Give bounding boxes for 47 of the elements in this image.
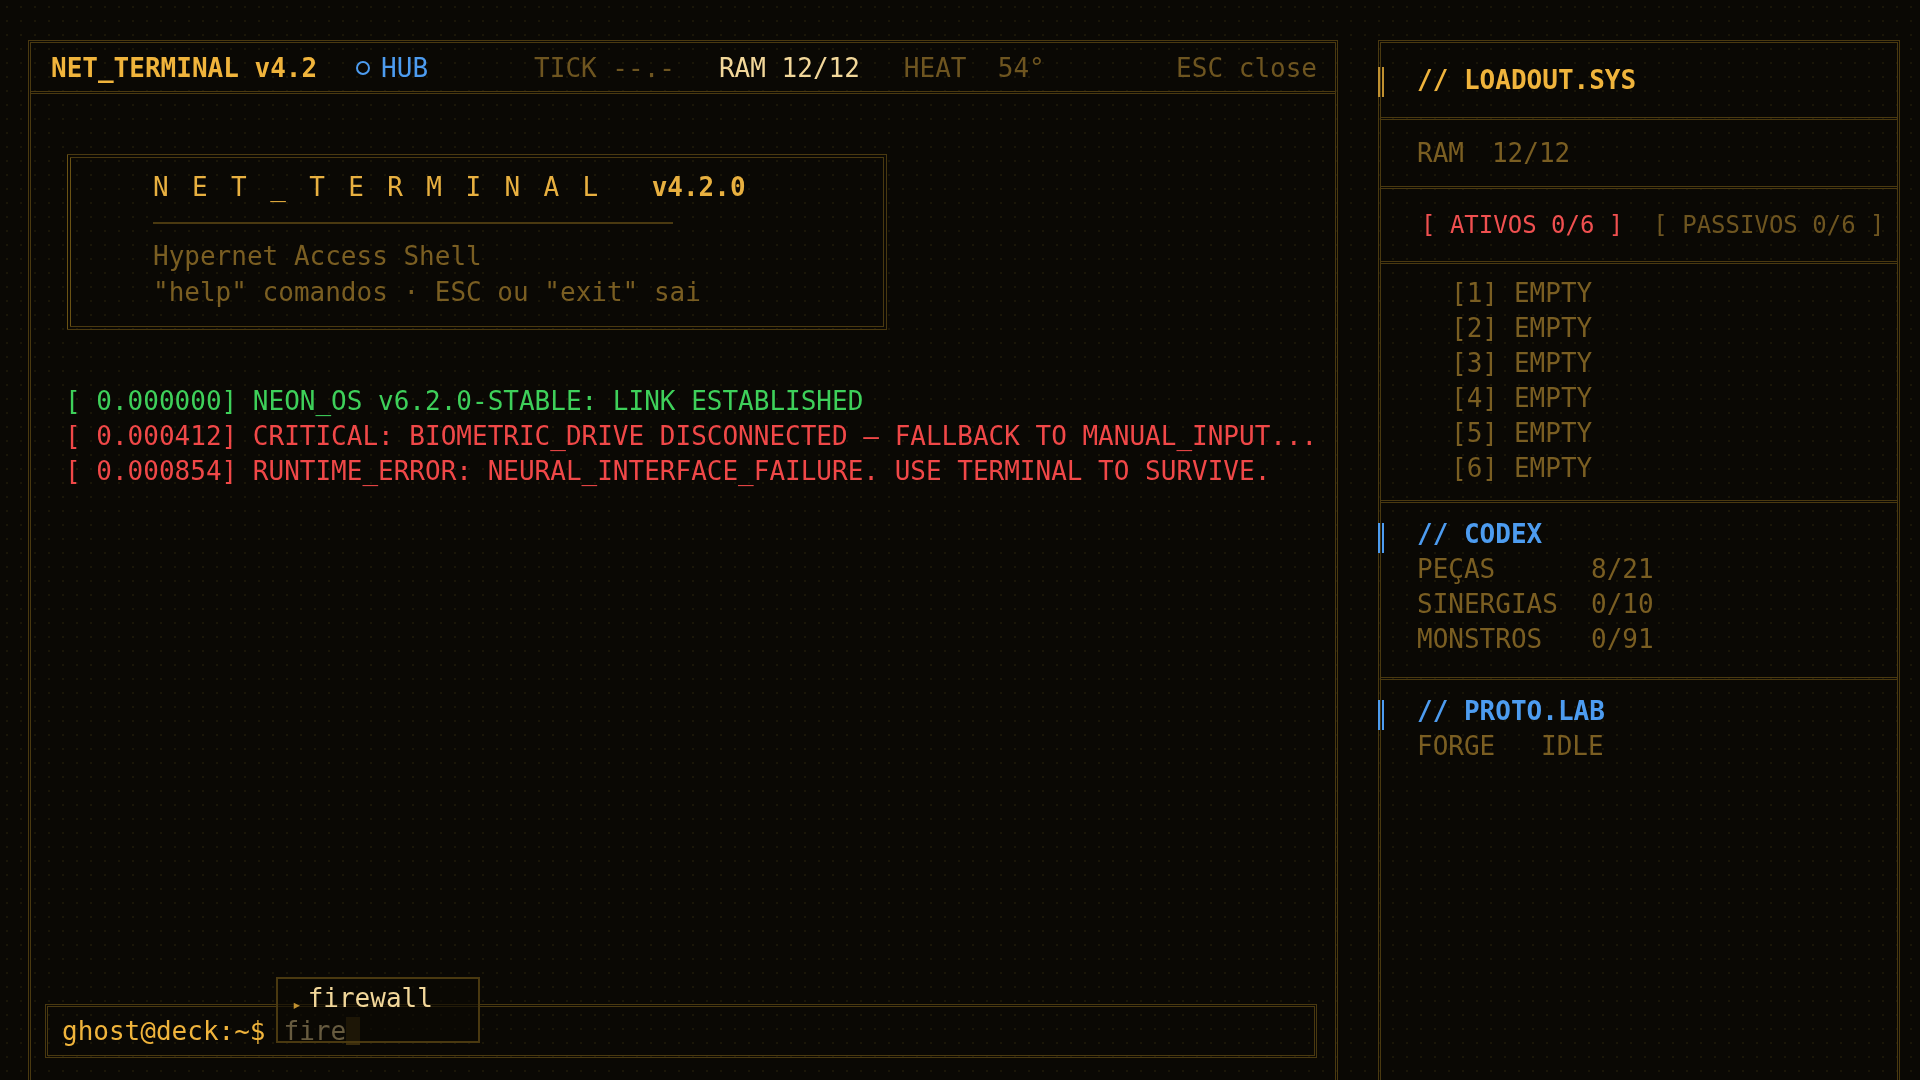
ram-value: 12/12 — [1491, 138, 1571, 168]
slot-value: EMPTY — [1513, 312, 1593, 345]
section-title: // CODEX — [1417, 518, 1543, 551]
slot-index: [3] — [1451, 347, 1498, 380]
section-title: // PROTO.LAB — [1417, 695, 1605, 728]
circle-icon — [355, 60, 372, 76]
stat-label: MONSTROS — [1417, 623, 1544, 656]
banner-title: NET_TERMINAL — [153, 172, 622, 202]
stat-label: PEÇAS — [1417, 553, 1497, 586]
slot-index: [2] — [1451, 312, 1498, 345]
status-text: TICK --.- — [534, 53, 675, 83]
stat-label: SINERGIAS — [1417, 588, 1559, 621]
log-line: [ 0.000000] NEON_OS v6.2.0-STABLE: LINK ESTABLISHED — [65, 385, 865, 418]
accent-bar — [1378, 523, 1384, 553]
accent-bar — [1378, 700, 1384, 730]
slot-index: [6] — [1451, 452, 1498, 485]
banner-text: "help" comandos · ESC ou "exit" sai — [153, 276, 702, 309]
banner-text: Hypernet Access Shell — [153, 240, 483, 273]
slot-value: EMPTY — [1513, 452, 1593, 485]
text-cursor — [346, 1017, 361, 1045]
stat-value: 0/91 — [1591, 623, 1654, 656]
shell-prompt: ghost@deck:~$ — [62, 1016, 266, 1046]
log-line: [ 0.000854] RUNTIME_ERROR: NEURAL_INTERFACE_FAILURE. USE TERMINAL TO SURVIVE. — [65, 455, 1272, 488]
suggestion-item[interactable]: ▸ firewall — [278, 979, 478, 1014]
stat-value: IDLE — [1541, 730, 1604, 763]
app-title: NET_TERMINAL v4.2 — [51, 53, 318, 83]
status-text: HEAT 54° — [903, 53, 1045, 83]
slot-index: [5] — [1451, 417, 1498, 450]
status-text: RAM 12/12 — [718, 53, 860, 83]
banner-version: v4.2.0 — [651, 172, 746, 202]
slot-value: EMPTY — [1513, 382, 1593, 415]
hub-link[interactable]: HUB — [355, 53, 429, 83]
slot-index: [4] — [1451, 382, 1498, 415]
log-line: [ 0.000412] CRITICAL: BIOMETRIC_DRIVE DISCONNECTED — FALLBACK TO MANUAL_INPUT... — [65, 420, 1319, 453]
stat-value: 8/21 — [1591, 553, 1654, 586]
slot-value: EMPTY — [1513, 277, 1593, 310]
ram-label: RAM — [1417, 138, 1464, 168]
tab[interactable]: [ ATIVOS 0/6 ] — [1421, 211, 1624, 239]
status-text: ESC close — [1176, 53, 1317, 83]
slot-value: EMPTY — [1513, 417, 1593, 450]
slot-index: [1] — [1451, 277, 1498, 310]
stat-value: 0/10 — [1591, 588, 1654, 621]
section-title: // LOADOUT.SYS — [1417, 65, 1637, 95]
command-input[interactable]: fire — [283, 1016, 347, 1046]
stat-label: FORGE — [1417, 730, 1497, 763]
slot-value: EMPTY — [1513, 347, 1593, 380]
accent-bar — [1378, 67, 1384, 97]
